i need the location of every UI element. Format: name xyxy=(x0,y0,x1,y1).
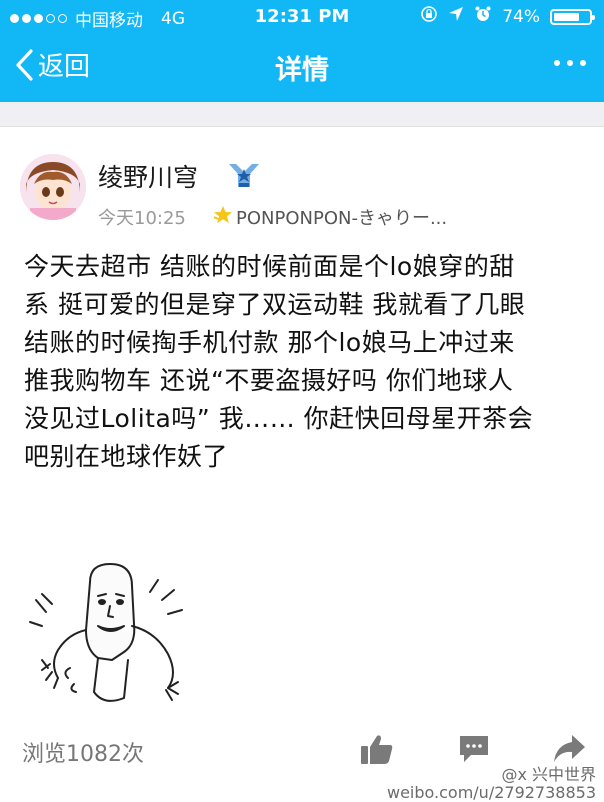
rotation-lock-icon xyxy=(420,5,438,28)
battery-fill xyxy=(554,12,579,21)
location-icon xyxy=(448,6,464,27)
avatar[interactable] xyxy=(20,154,86,220)
post-body: 今天去超市 结账的时候前面是个lo娘穿的甜 系 挺可爱的但是穿了双运动鞋 我就看… xyxy=(24,248,584,476)
watermark: @x 兴中世界 weibo.com/u/2792738853 xyxy=(387,766,596,802)
star-icon xyxy=(212,205,234,229)
post-body-line: 推我购物车 还说“不要盗摄好吗 你们地球人 xyxy=(24,366,514,395)
post-body-line: 没见过Lolita吗” 我…… 你赶快回母星开茶会 xyxy=(24,404,534,433)
vip-badge-icon xyxy=(226,160,262,194)
more-options-button[interactable] xyxy=(554,60,586,66)
battery-icon xyxy=(550,8,595,25)
post-body-line: 吧别在地球作妖了 xyxy=(24,442,229,471)
section-divider xyxy=(0,102,604,127)
nav-bar: 返回 详情 xyxy=(0,34,604,102)
watermark-url: weibo.com/u/2792738853 xyxy=(386,783,596,802)
page-title: 详情 xyxy=(275,55,329,86)
comment-button[interactable] xyxy=(457,733,491,769)
top-header: 中国移动 4G 12:31 PM 74% 返回 详情 xyxy=(0,0,604,102)
post-body-line: 今天去超市 结账的时候前面是个lo娘穿的甜 xyxy=(24,252,515,281)
view-count: 浏览1082次 xyxy=(22,742,144,767)
battery-percent: 74% xyxy=(502,6,540,27)
post-body-line: 结账的时候掏手机付款 那个lo娘马上冲过来 xyxy=(24,328,515,357)
post-body-line: 系 挺可爱的但是穿了双运动鞋 我就看了几眼 xyxy=(24,290,526,319)
status-bar: 中国移动 4G 12:31 PM 74% xyxy=(0,0,604,34)
user-name[interactable]: 绫野川穹 xyxy=(98,158,198,194)
watermark-handle: @x 兴中世界 xyxy=(501,765,596,784)
post-time: 今天10:25 xyxy=(98,208,186,229)
like-button[interactable] xyxy=(360,733,394,769)
share-button[interactable] xyxy=(552,733,586,769)
meme-image[interactable] xyxy=(28,560,208,710)
alarm-icon xyxy=(474,5,492,28)
status-right: 74% xyxy=(420,5,595,28)
post-source[interactable]: PONPONPON-きゃりー... xyxy=(236,204,447,230)
